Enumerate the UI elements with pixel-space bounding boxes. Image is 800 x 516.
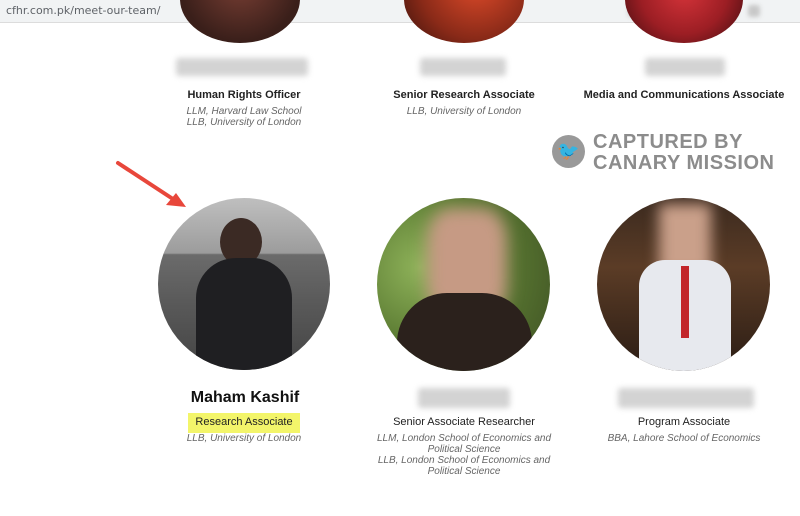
person-silhouette xyxy=(397,293,532,371)
team-member-photo xyxy=(180,0,300,43)
watermark-line: CANARY MISSION xyxy=(593,152,775,174)
member-title: Research Associate xyxy=(195,416,293,428)
person-silhouette xyxy=(196,258,292,370)
member-name: Maham Kashif xyxy=(190,389,300,406)
team-member-photo xyxy=(377,198,550,371)
member-title: Senior Associate Researcher xyxy=(393,416,535,428)
member-education: LLM, Harvard Law School LLB, University … xyxy=(134,106,354,128)
education-line: LLB, University of London xyxy=(186,117,302,128)
watermark-text: CAPTURED BY CANARY MISSION xyxy=(593,132,774,174)
tie xyxy=(681,266,689,338)
blurred-name xyxy=(645,58,725,76)
member-title: Human Rights Officer xyxy=(187,89,301,101)
url-text[interactable]: cfhr.com.pk/meet-our-team/ xyxy=(6,4,160,17)
education-line: Political Science xyxy=(427,444,501,455)
member-title: Media and Communications Associate xyxy=(583,89,785,101)
blurred-name xyxy=(176,58,308,76)
blurred-name xyxy=(418,388,510,408)
watermark: 🐦 CAPTURED BY CANARY MISSION xyxy=(552,132,782,176)
member-education: BBA, Lahore School of Economics xyxy=(574,433,794,444)
blurred-name xyxy=(420,58,506,76)
education-line: LLB, London School of Economics and xyxy=(377,455,551,466)
education-line: LLM, Harvard Law School xyxy=(186,106,302,117)
canary-bird-icon: 🐦 xyxy=(552,135,585,168)
member-title: Program Associate xyxy=(637,416,731,428)
team-member-photo xyxy=(158,198,330,370)
education-line: LLB, University of London xyxy=(406,106,522,117)
watermark-line: CAPTURED BY xyxy=(593,131,743,153)
education-line: BBA, Lahore School of Economics xyxy=(607,433,761,444)
education-line: Political Science xyxy=(427,466,501,477)
member-title: Senior Research Associate xyxy=(393,89,535,101)
team-member-photo xyxy=(625,0,743,43)
member-education: LLM, London School of Economics and Poli… xyxy=(354,433,574,477)
annotation-arrow-icon xyxy=(116,161,186,207)
member-education: LLB, University of London xyxy=(354,106,574,117)
team-member-photo xyxy=(597,198,770,371)
blurred-name xyxy=(618,388,754,408)
education-line: LLB, University of London xyxy=(186,433,302,444)
extension-icon[interactable] xyxy=(748,5,760,17)
education-line: LLM, London School of Economics and xyxy=(377,433,551,444)
member-education: LLB, University of London xyxy=(134,433,354,444)
team-member-photo xyxy=(404,0,524,43)
